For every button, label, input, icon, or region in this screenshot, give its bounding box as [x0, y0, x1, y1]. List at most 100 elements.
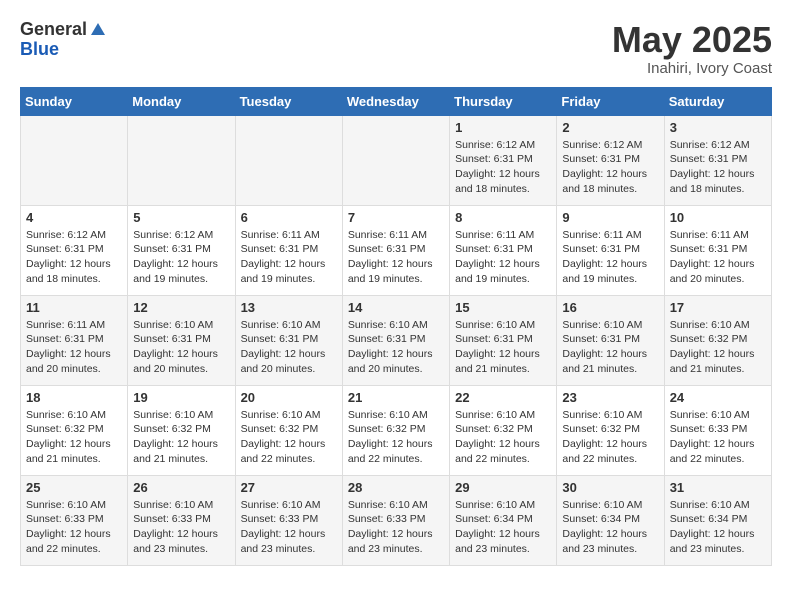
calendar-cell: 19 Sunrise: 6:10 AM Sunset: 6:32 PM Dayli…	[128, 385, 235, 475]
day-number: 11	[26, 300, 122, 315]
calendar-cell: 17Sunrise: 6:10 AM Sunset: 6:32 PM Dayli…	[664, 295, 771, 385]
calendar-cell: 8 Sunrise: 6:11 AM Sunset: 6:31 PM Daylig…	[450, 205, 557, 295]
header-day-monday: Monday	[128, 87, 235, 115]
day-info: Sunrise: 6:11 AM Sunset: 6:31 PM Dayligh…	[26, 318, 122, 377]
day-number: 6	[241, 210, 337, 225]
calendar-cell: 20Sunrise: 6:10 AM Sunset: 6:32 PM Dayli…	[235, 385, 342, 475]
day-number: 18	[26, 390, 122, 405]
calendar-cell: 28 Sunrise: 6:10 AM Sunset: 6:33 PM Dayli…	[342, 475, 449, 565]
day-info: Sunrise: 6:11 AM Sunset: 6:31 PM Dayligh…	[455, 228, 551, 287]
day-number: 28	[348, 480, 444, 495]
day-info: Sunrise: 6:12 AM Sunset: 6:31 PM Dayligh…	[670, 138, 766, 197]
day-info: Sunrise: 6:10 AM Sunset: 6:34 PM Dayligh…	[562, 498, 658, 557]
header-day-sunday: Sunday	[21, 87, 128, 115]
day-number: 25	[26, 480, 122, 495]
day-number: 7	[348, 210, 444, 225]
logo-icon	[89, 21, 107, 39]
day-number: 22	[455, 390, 551, 405]
day-number: 4	[26, 210, 122, 225]
day-info: Sunrise: 6:10 AM Sunset: 6:32 PM Dayligh…	[26, 408, 122, 467]
day-info: Sunrise: 6:11 AM Sunset: 6:31 PM Dayligh…	[670, 228, 766, 287]
calendar-cell: 10 Sunrise: 6:11 AM Sunset: 6:31 PM Dayli…	[664, 205, 771, 295]
day-info: Sunrise: 6:10 AM Sunset: 6:32 PM Dayligh…	[241, 408, 337, 467]
day-number: 27	[241, 480, 337, 495]
day-number: 1	[455, 120, 551, 135]
header-day-tuesday: Tuesday	[235, 87, 342, 115]
calendar-cell: 3 Sunrise: 6:12 AM Sunset: 6:31 PM Daylig…	[664, 115, 771, 205]
day-info: Sunrise: 6:10 AM Sunset: 6:33 PM Dayligh…	[241, 498, 337, 557]
day-number: 2	[562, 120, 658, 135]
calendar-week-row: 18 Sunrise: 6:10 AM Sunset: 6:32 PM Dayli…	[21, 385, 772, 475]
day-number: 23	[562, 390, 658, 405]
logo: General Blue	[20, 20, 107, 60]
calendar-cell: 7 Sunrise: 6:11 AM Sunset: 6:31 PM Daylig…	[342, 205, 449, 295]
title-block: May 2025 Inahiri, Ivory Coast	[612, 20, 772, 77]
day-info: Sunrise: 6:11 AM Sunset: 6:31 PM Dayligh…	[348, 228, 444, 287]
header-day-saturday: Saturday	[664, 87, 771, 115]
day-info: Sunrise: 6:12 AM Sunset: 6:31 PM Dayligh…	[455, 138, 551, 197]
day-info: Sunrise: 6:10 AM Sunset: 6:34 PM Dayligh…	[670, 498, 766, 557]
day-info: Sunrise: 6:10 AM Sunset: 6:33 PM Dayligh…	[670, 408, 766, 467]
calendar-cell: 23 Sunrise: 6:10 AM Sunset: 6:32 PM Dayli…	[557, 385, 664, 475]
calendar-cell	[235, 115, 342, 205]
location-title: Inahiri, Ivory Coast	[612, 60, 772, 77]
calendar-cell: 6Sunrise: 6:11 AM Sunset: 6:31 PM Daylig…	[235, 205, 342, 295]
month-title: May 2025	[612, 20, 772, 60]
logo-general-text: General	[20, 20, 87, 40]
day-number: 14	[348, 300, 444, 315]
calendar-cell: 16 Sunrise: 6:10 AM Sunset: 6:31 PM Dayli…	[557, 295, 664, 385]
day-info: Sunrise: 6:12 AM Sunset: 6:31 PM Dayligh…	[133, 228, 229, 287]
day-number: 13	[241, 300, 337, 315]
calendar-week-row: 11 Sunrise: 6:11 AM Sunset: 6:31 PM Dayli…	[21, 295, 772, 385]
calendar-cell: 12 Sunrise: 6:10 AM Sunset: 6:31 PM Dayli…	[128, 295, 235, 385]
day-info: Sunrise: 6:10 AM Sunset: 6:32 PM Dayligh…	[348, 408, 444, 467]
calendar-cell: 26Sunrise: 6:10 AM Sunset: 6:33 PM Dayli…	[128, 475, 235, 565]
day-number: 31	[670, 480, 766, 495]
day-number: 12	[133, 300, 229, 315]
calendar-cell: 24 Sunrise: 6:10 AM Sunset: 6:33 PM Dayli…	[664, 385, 771, 475]
calendar-cell: 18 Sunrise: 6:10 AM Sunset: 6:32 PM Dayli…	[21, 385, 128, 475]
calendar-cell: 4Sunrise: 6:12 AM Sunset: 6:31 PM Daylig…	[21, 205, 128, 295]
day-info: Sunrise: 6:10 AM Sunset: 6:33 PM Dayligh…	[26, 498, 122, 557]
day-number: 19	[133, 390, 229, 405]
day-number: 24	[670, 390, 766, 405]
day-number: 9	[562, 210, 658, 225]
day-info: Sunrise: 6:10 AM Sunset: 6:31 PM Dayligh…	[241, 318, 337, 377]
calendar-header-row: SundayMondayTuesdayWednesdayThursdayFrid…	[21, 87, 772, 115]
day-info: Sunrise: 6:10 AM Sunset: 6:34 PM Dayligh…	[455, 498, 551, 557]
day-number: 10	[670, 210, 766, 225]
day-number: 5	[133, 210, 229, 225]
calendar-cell	[128, 115, 235, 205]
calendar-cell: 25 Sunrise: 6:10 AM Sunset: 6:33 PM Dayli…	[21, 475, 128, 565]
logo-blue-text: Blue	[20, 40, 107, 60]
day-info: Sunrise: 6:11 AM Sunset: 6:31 PM Dayligh…	[562, 228, 658, 287]
calendar-cell: 15Sunrise: 6:10 AM Sunset: 6:31 PM Dayli…	[450, 295, 557, 385]
calendar-cell	[342, 115, 449, 205]
calendar-cell: 1 Sunrise: 6:12 AM Sunset: 6:31 PM Daylig…	[450, 115, 557, 205]
header-day-thursday: Thursday	[450, 87, 557, 115]
day-info: Sunrise: 6:10 AM Sunset: 6:33 PM Dayligh…	[348, 498, 444, 557]
day-info: Sunrise: 6:10 AM Sunset: 6:31 PM Dayligh…	[348, 318, 444, 377]
calendar-table: SundayMondayTuesdayWednesdayThursdayFrid…	[20, 87, 772, 566]
day-info: Sunrise: 6:10 AM Sunset: 6:31 PM Dayligh…	[455, 318, 551, 377]
day-number: 30	[562, 480, 658, 495]
day-info: Sunrise: 6:12 AM Sunset: 6:31 PM Dayligh…	[562, 138, 658, 197]
day-number: 29	[455, 480, 551, 495]
page-header: General Blue May 2025 Inahiri, Ivory Coa…	[20, 20, 772, 77]
day-number: 8	[455, 210, 551, 225]
day-info: Sunrise: 6:10 AM Sunset: 6:32 PM Dayligh…	[562, 408, 658, 467]
day-info: Sunrise: 6:10 AM Sunset: 6:32 PM Dayligh…	[133, 408, 229, 467]
header-day-friday: Friday	[557, 87, 664, 115]
calendar-cell: 29 Sunrise: 6:10 AM Sunset: 6:34 PM Dayli…	[450, 475, 557, 565]
day-info: Sunrise: 6:10 AM Sunset: 6:31 PM Dayligh…	[133, 318, 229, 377]
day-number: 16	[562, 300, 658, 315]
calendar-week-row: 1 Sunrise: 6:12 AM Sunset: 6:31 PM Daylig…	[21, 115, 772, 205]
day-info: Sunrise: 6:10 AM Sunset: 6:32 PM Dayligh…	[455, 408, 551, 467]
day-info: Sunrise: 6:10 AM Sunset: 6:31 PM Dayligh…	[562, 318, 658, 377]
day-number: 3	[670, 120, 766, 135]
day-number: 17	[670, 300, 766, 315]
header-day-wednesday: Wednesday	[342, 87, 449, 115]
calendar-cell: 21Sunrise: 6:10 AM Sunset: 6:32 PM Dayli…	[342, 385, 449, 475]
calendar-cell: 9 Sunrise: 6:11 AM Sunset: 6:31 PM Daylig…	[557, 205, 664, 295]
calendar-cell: 30 Sunrise: 6:10 AM Sunset: 6:34 PM Dayli…	[557, 475, 664, 565]
